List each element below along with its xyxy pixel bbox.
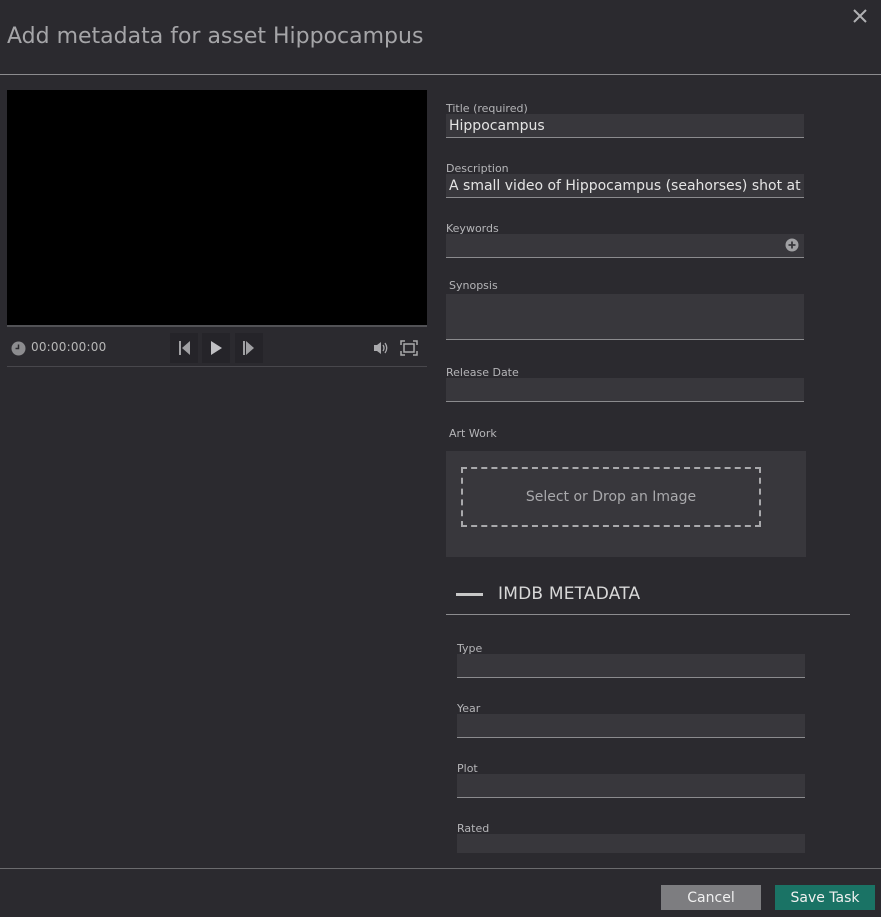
video-viewport[interactable] <box>7 90 427 326</box>
synopsis-label: Synopsis <box>449 279 498 292</box>
artwork-panel: Select or Drop an Image <box>446 451 806 557</box>
title-input[interactable] <box>446 114 804 138</box>
step-back-button[interactable] <box>170 333 198 363</box>
play-button[interactable] <box>202 333 230 363</box>
image-dropzone[interactable]: Select or Drop an Image <box>461 467 761 527</box>
fullscreen-icon[interactable] <box>400 340 418 356</box>
add-metadata-dialog: Add metadata for asset Hippocampus 00:00… <box>0 0 881 917</box>
dialog-footer: Cancel Save Task <box>0 868 881 917</box>
minus-icon[interactable] <box>456 593 483 596</box>
imdb-section-header: IMDB METADATA <box>446 580 850 615</box>
cancel-button[interactable]: Cancel <box>661 885 761 910</box>
keywords-input[interactable] <box>446 234 804 258</box>
step-forward-button[interactable] <box>235 333 263 363</box>
step-back-icon <box>179 341 190 355</box>
plot-input[interactable] <box>457 774 805 798</box>
volume-icon[interactable] <box>372 340 390 356</box>
synopsis-input[interactable] <box>446 294 804 340</box>
description-input[interactable] <box>446 174 804 198</box>
type-input[interactable] <box>457 654 805 678</box>
dialog-header: Add metadata for asset Hippocampus <box>0 0 881 75</box>
play-icon <box>211 341 222 355</box>
close-icon[interactable] <box>850 6 870 26</box>
clock-icon <box>11 341 26 356</box>
player-controls: 00:00:00:00 <box>7 327 427 367</box>
timecode-display: 00:00:00:00 <box>31 340 107 354</box>
artwork-label: Art Work <box>449 427 497 440</box>
imdb-section-title: IMDB METADATA <box>498 584 641 604</box>
plus-circle-icon[interactable] <box>785 238 799 252</box>
rated-input[interactable] <box>457 834 805 853</box>
save-task-button[interactable]: Save Task <box>775 885 875 910</box>
step-forward-icon <box>243 341 254 355</box>
release-date-input[interactable] <box>446 378 804 402</box>
year-input[interactable] <box>457 714 805 738</box>
dialog-title: Add metadata for asset Hippocampus <box>7 24 424 49</box>
